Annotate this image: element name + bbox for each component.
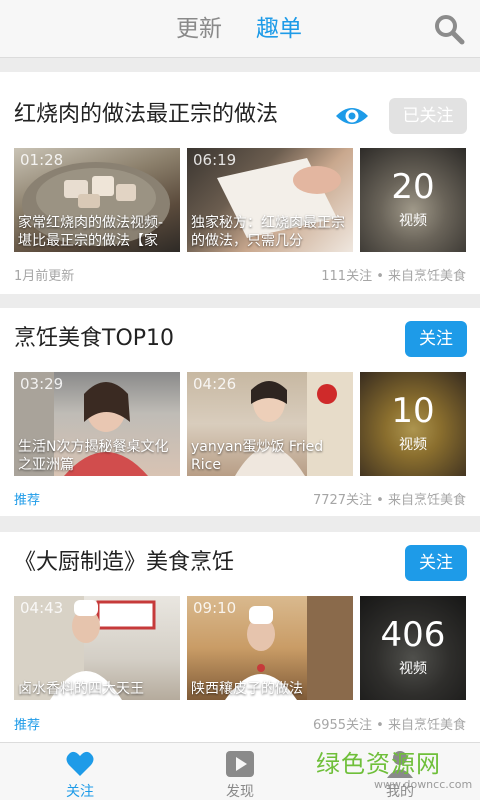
video-thumbnail[interactable]: 04:43 卤水香料的四大天王: [14, 596, 180, 700]
watermark-text: 绿色资源网: [316, 750, 441, 778]
top-bar: 更新 趣单: [0, 0, 480, 58]
video-thumbnail[interactable]: 01:28 家常红烧肉的做法视频-堪比最正宗的做法【家: [14, 148, 180, 252]
recommend-tag: 推荐: [14, 493, 41, 508]
video-count-label: 视频: [399, 213, 427, 229]
nav-follow[interactable]: 关注: [0, 743, 160, 800]
video-count: 406: [380, 615, 446, 655]
card-title: 《大厨制造》美食烹饪: [14, 550, 235, 575]
site-watermark: 绿色资源网 www.downcc.com: [316, 744, 480, 796]
search-icon: [435, 15, 465, 45]
search-button[interactable]: [432, 12, 466, 46]
card-title: 红烧肉的做法最正宗的做法: [14, 102, 279, 127]
video-count-label: 视频: [399, 437, 427, 453]
more-videos-tile[interactable]: 20 视频: [360, 148, 466, 252]
followed-button[interactable]: 已关注: [389, 98, 467, 134]
nav-label: 发现: [226, 784, 254, 800]
follow-source: 6955关注 • 来自烹饪美食: [312, 718, 466, 733]
heart-icon: [66, 751, 94, 776]
follow-source: 111关注 • 来自烹饪美食: [321, 269, 466, 284]
video-count: 20: [391, 167, 435, 207]
video-thumbnail[interactable]: 04:26 yanyan蛋炒饭 Fried Rice: [187, 372, 353, 476]
video-count-label: 视频: [399, 661, 427, 677]
video-caption: yanyan蛋炒饭 Fried Rice: [191, 439, 324, 473]
video-caption: 卤水香料的四大天王: [18, 681, 144, 697]
play-icon: [226, 751, 254, 777]
video-duration: 03:29: [20, 375, 64, 393]
tab-quilist[interactable]: 趣单: [256, 14, 302, 44]
watermark-url: www.downcc.com: [374, 778, 473, 791]
video-thumbnail[interactable]: 06:19 独家秘方：红烧肉最正宗的做法，只需几分: [187, 148, 353, 252]
more-videos-tile[interactable]: 10 视频: [360, 372, 466, 476]
playlist-card[interactable]: 烹饪美食TOP10 关注 03:29 生活N次方揭秘餐桌文化之亚洲篇 04:26…: [0, 308, 480, 516]
tab-update[interactable]: 更新: [176, 14, 222, 44]
more-videos-tile[interactable]: 406 视频: [360, 596, 466, 700]
video-thumbnail[interactable]: 03:29 生活N次方揭秘餐桌文化之亚洲篇: [14, 372, 180, 476]
video-count: 10: [391, 391, 435, 431]
card-title: 烹饪美食TOP10: [14, 326, 175, 351]
playlist-card[interactable]: 《大厨制造》美食烹饪 关注 04:43 卤水香料的四大天王 09:10 陕西穰皮…: [0, 532, 480, 742]
follow-button[interactable]: 关注: [405, 321, 467, 357]
video-thumbnail[interactable]: 09:10 陕西穰皮子的做法: [187, 596, 353, 700]
video-caption: 独家秘方：红烧肉最正宗的做法，只需几分: [191, 215, 345, 249]
recommend-tag: 推荐: [14, 718, 41, 733]
update-time: 1月前更新: [14, 269, 75, 284]
video-duration: 04:26: [193, 375, 237, 393]
video-caption: 陕西穰皮子的做法: [191, 681, 303, 697]
follow-source: 7727关注 • 来自烹饪美食: [312, 493, 466, 508]
video-caption: 家常红烧肉的做法视频-堪比最正宗的做法【家: [18, 215, 164, 249]
nav-discover[interactable]: 发现: [160, 743, 320, 800]
eye-icon[interactable]: [334, 104, 370, 128]
video-caption: 生活N次方揭秘餐桌文化之亚洲篇: [18, 439, 169, 473]
nav-label: 关注: [66, 784, 94, 800]
video-duration: 09:10: [193, 599, 237, 617]
video-duration: 01:28: [20, 151, 64, 169]
video-duration: 06:19: [193, 151, 237, 169]
follow-button[interactable]: 关注: [405, 545, 467, 581]
playlist-card[interactable]: 红烧肉的做法最正宗的做法 已关注 01:28 家常红烧肉的做法视频-堪比最正宗的…: [0, 72, 480, 294]
video-duration: 04:43: [20, 599, 64, 617]
